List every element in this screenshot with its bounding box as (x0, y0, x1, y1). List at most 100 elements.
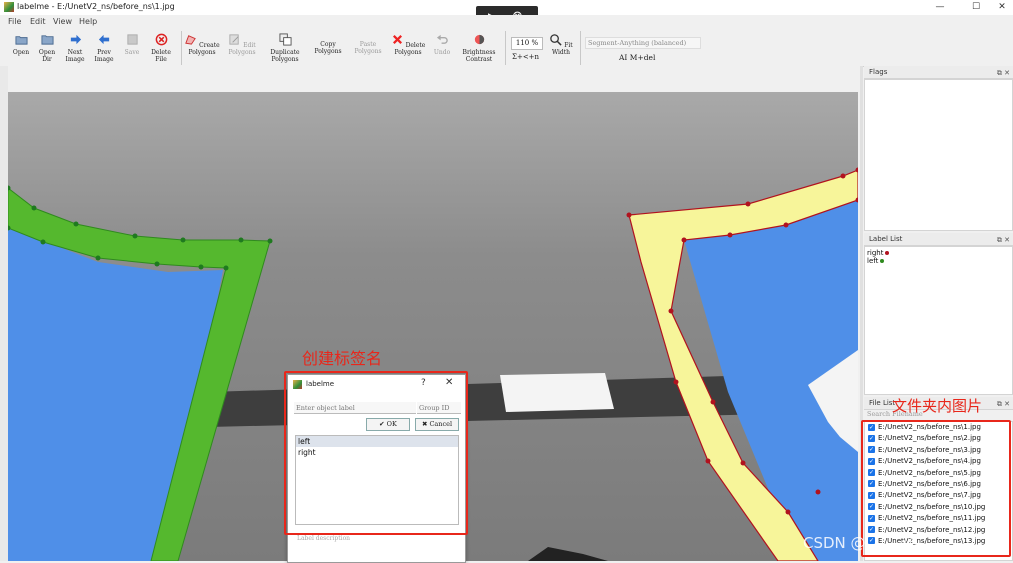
label-description-input[interactable]: Label description (295, 533, 461, 562)
close-window-button[interactable]: ✕ (988, 1, 1013, 13)
flags-list (864, 79, 1013, 231)
label-name: right (867, 249, 884, 257)
open-dir-label: Open Dir (38, 49, 56, 63)
vertex[interactable] (31, 205, 37, 211)
prev-image-label: Prev Image (94, 49, 114, 63)
white-road-marking (500, 373, 614, 412)
vertex[interactable] (745, 201, 751, 207)
vertex[interactable] (267, 238, 273, 244)
folder-icon (40, 35, 54, 45)
next-image-button[interactable]: Next Image (62, 33, 88, 63)
dock-float-icon[interactable]: ⧉ ✕ (997, 67, 1010, 79)
zoom-shortcut-text: Σ+<+n (512, 53, 540, 61)
label-list-title-text: Label List (869, 235, 903, 243)
vertex[interactable] (198, 264, 204, 270)
delete-polygons-button[interactable]: Delete Polygons (390, 33, 426, 56)
toolbar-separator (181, 31, 182, 65)
vertex[interactable] (154, 261, 160, 267)
folder-open-icon (14, 36, 28, 45)
labelme-app-icon (4, 2, 14, 12)
brightness-contrast-label: Brightness Contrast (462, 49, 496, 63)
save-button[interactable]: Save (119, 33, 145, 56)
delete-file-button[interactable]: Delete File (147, 33, 175, 63)
flags-dock: Flags ⧉ ✕ (864, 66, 1013, 232)
label-list: right left (864, 246, 1013, 395)
label-name: left (867, 257, 879, 265)
next-image-label: Next Image (65, 49, 85, 63)
toolbar-separator (580, 31, 581, 65)
vertex[interactable] (673, 379, 679, 385)
vertex[interactable] (223, 265, 229, 271)
annotation-folder-images-text: 文件夹内图片 (892, 397, 983, 415)
dock-float-icon[interactable]: ⧉ ✕ (997, 398, 1010, 410)
annotation-dialog-box (284, 371, 468, 535)
annotation-create-label-text: 创建标签名 (302, 349, 383, 368)
open-button[interactable]: Open (8, 33, 34, 56)
vertex[interactable] (785, 509, 791, 515)
vertex[interactable] (95, 255, 101, 261)
undo-icon (436, 34, 448, 44)
label-list-dock: Label List ⧉ ✕ right left (864, 233, 1013, 395)
edit-polygons-button[interactable]: Edit Polygons (224, 33, 260, 56)
save-label: Save (124, 49, 140, 56)
label-list-item[interactable]: left (865, 257, 1012, 265)
menu-file[interactable]: File (8, 17, 21, 26)
arrow-right-icon (70, 34, 81, 45)
vertex[interactable] (727, 232, 733, 238)
vertex[interactable] (73, 221, 79, 227)
vertex[interactable] (710, 399, 716, 405)
dock-float-icon[interactable]: ⧉ ✕ (997, 234, 1010, 246)
canvas-top-margin (8, 66, 863, 92)
vertex[interactable] (840, 173, 846, 179)
delete-file-icon (155, 33, 167, 46)
save-icon (126, 34, 138, 45)
delete-polygon-icon (392, 34, 402, 45)
vertex[interactable] (40, 239, 46, 245)
vertex[interactable] (815, 489, 821, 495)
undo-label: Undo (433, 49, 451, 56)
window-title: labelme - E:/UnetV2_ns/before_ns\1.jpg (17, 2, 175, 11)
prev-image-button[interactable]: Prev Image (91, 33, 117, 63)
magnifier-icon (550, 34, 562, 46)
fit-width-button[interactable]: Fit Width (546, 33, 576, 56)
duplicate-icon (278, 33, 292, 46)
ai-mask-label: AI M+del (619, 53, 656, 62)
brightness-icon (474, 34, 484, 45)
edit-polygon-icon (229, 34, 239, 45)
copy-polygons-label: Copy Polygons (314, 41, 342, 55)
label-list-dock-title: Label List ⧉ ✕ (864, 233, 1013, 246)
paste-polygons-label: Paste Polygons (354, 41, 382, 55)
zoom-input[interactable]: 110 % (511, 37, 543, 50)
menu-help[interactable]: Help (79, 17, 97, 26)
label-list-item[interactable]: right (865, 249, 1012, 257)
vertex[interactable] (180, 237, 186, 243)
vertex[interactable] (626, 212, 632, 218)
vertex[interactable] (132, 233, 138, 239)
flags-dock-title: Flags ⧉ ✕ (864, 66, 1013, 79)
vertex[interactable] (668, 308, 674, 314)
delete-file-label: Delete File (151, 49, 171, 63)
paste-polygons-button[interactable]: Paste Polygons (350, 41, 386, 55)
vertex[interactable] (681, 237, 687, 243)
menu-bar: File Edit View Help (0, 15, 1013, 29)
toolbar: Open Open Dir Next Image Prev Image Save… (0, 29, 1013, 67)
undo-button[interactable]: Undo (430, 33, 454, 56)
duplicate-polygons-button[interactable]: Duplicate Polygons (265, 33, 305, 63)
open-dir-button[interactable]: Open Dir (34, 33, 60, 63)
open-label: Open (12, 49, 30, 56)
flags-title-text: Flags (869, 68, 888, 76)
minimize-button[interactable]: — (926, 1, 954, 13)
vertex[interactable] (783, 222, 789, 228)
segment-model-select[interactable]: Segment-Anything (balanced) (585, 37, 701, 49)
menu-view[interactable]: View (53, 17, 72, 26)
brightness-contrast-button[interactable]: Brightness Contrast (458, 33, 500, 63)
maximize-button[interactable]: ☐ (962, 1, 990, 13)
label-color-dot (880, 259, 885, 263)
vertex[interactable] (740, 460, 746, 466)
copy-polygons-button[interactable]: Copy Polygons (310, 41, 346, 55)
watermark: CSDN @... ...30 (803, 534, 918, 552)
create-polygons-button[interactable]: Create Polygons (184, 33, 220, 56)
vertex[interactable] (705, 458, 711, 464)
vertex[interactable] (238, 237, 244, 243)
menu-edit[interactable]: Edit (30, 17, 46, 26)
